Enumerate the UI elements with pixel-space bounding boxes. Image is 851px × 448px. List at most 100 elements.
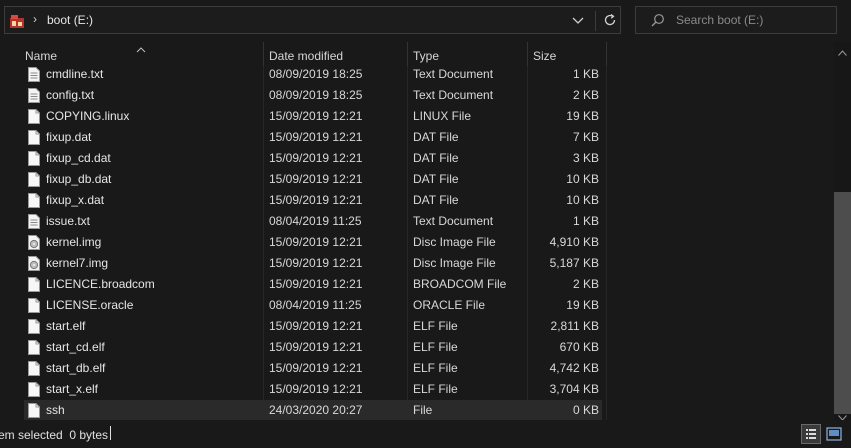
file-row[interactable]: fixup_x.dat 15/09/2019 12:21 DAT File 10 KB <box>24 190 602 211</box>
file-name: kernel7.img <box>46 256 109 270</box>
file-row[interactable]: LICENCE.broadcom 15/09/2019 12:21 BROADCOM… <box>24 274 602 295</box>
file-row[interactable]: start_cd.elf 15/09/2019 12:21 ELF File 670 … <box>24 337 602 358</box>
chevron-down-icon[interactable] <box>570 12 586 28</box>
file-type: LINUX File <box>413 109 472 123</box>
file-size: 10 KB <box>566 172 599 186</box>
file-type: DAT File <box>413 193 459 207</box>
file-name: cmdline.txt <box>46 67 104 81</box>
folder-app-icon <box>9 13 25 29</box>
file-row[interactable]: start_x.elf 15/09/2019 12:21 ELF File 3,704… <box>24 379 602 400</box>
column-divider[interactable] <box>527 42 528 66</box>
file-size: 19 KB <box>566 298 599 312</box>
file-date-modified: 15/09/2019 12:21 <box>269 109 363 123</box>
file-name: COPYING.linux <box>46 109 130 123</box>
vertical-scrollbar[interactable] <box>834 42 851 421</box>
text-file-icon <box>28 67 40 82</box>
file-date-modified: 15/09/2019 12:21 <box>269 319 363 333</box>
file-type: Disc Image File <box>413 256 496 270</box>
file-icon <box>28 172 40 187</box>
file-row[interactable]: config.txt 08/09/2019 18:25 Text Document 2… <box>24 85 602 106</box>
disc-image-icon <box>28 235 40 250</box>
status-text: em selected 0 bytes <box>0 428 109 442</box>
text-file-icon <box>28 214 40 229</box>
address-path[interactable]: boot (E:) <box>47 13 93 27</box>
file-size: 1 KB <box>572 214 599 228</box>
search-input[interactable]: Search boot (E:) <box>676 13 763 27</box>
file-size: 4,910 KB <box>549 235 599 249</box>
file-size: 2,811 KB <box>550 319 599 333</box>
column-size[interactable]: Size <box>533 49 556 63</box>
file-size: 2 KB <box>572 88 599 102</box>
file-row[interactable]: cmdline.txt 08/09/2019 18:25 Text Document… <box>24 64 602 85</box>
status-divider <box>110 426 111 440</box>
search-box[interactable]: Search boot (E:) <box>635 6 837 34</box>
column-guide <box>606 66 607 420</box>
file-name: start_cd.elf <box>46 340 105 354</box>
file-icon <box>28 130 40 145</box>
file-type: Text Document <box>413 214 494 228</box>
chevron-right-icon[interactable]: › <box>33 12 37 26</box>
file-type: DAT File <box>413 151 459 165</box>
file-date-modified: 08/04/2019 11:25 <box>269 214 362 228</box>
file-size: 10 KB <box>566 193 599 207</box>
file-list: Name Date modified Type Size cmdline.txt… <box>0 42 834 421</box>
refresh-icon[interactable] <box>602 12 618 28</box>
sort-ascending-icon <box>136 42 146 53</box>
disc-image-icon <box>28 256 40 271</box>
file-row[interactable]: kernel7.img 15/09/2019 12:21 Disc Image Fi… <box>24 253 602 274</box>
address-bar[interactable]: › boot (E:) <box>4 6 621 34</box>
file-date-modified: 15/09/2019 12:21 <box>269 340 363 354</box>
column-divider[interactable] <box>263 42 264 66</box>
file-size: 5,187 KB <box>549 256 599 270</box>
file-row[interactable]: COPYING.linux 15/09/2019 12:21 LINUX File 1… <box>24 106 602 127</box>
file-date-modified: 08/09/2019 18:25 <box>269 67 363 81</box>
details-view-icon[interactable] <box>801 424 821 444</box>
file-type: Text Document <box>413 88 494 102</box>
file-row[interactable]: LICENSE.oracle 08/04/2019 11:25 ORACLE Fil… <box>24 295 602 316</box>
large-icons-view-icon[interactable] <box>824 424 844 444</box>
file-date-modified: 15/09/2019 12:21 <box>269 130 363 144</box>
file-row[interactable]: kernel.img 15/09/2019 12:21 Disc Image Fil… <box>24 232 602 253</box>
file-row[interactable]: start.elf 15/09/2019 12:21 ELF File 2,811 K… <box>24 316 602 337</box>
file-type: DAT File <box>413 130 459 144</box>
column-name[interactable]: Name <box>25 49 57 63</box>
file-type: ELF File <box>413 361 458 375</box>
file-size: 4,742 KB <box>549 361 599 375</box>
file-icon <box>28 109 40 124</box>
file-date-modified: 08/09/2019 18:25 <box>269 88 363 102</box>
text-file-icon <box>28 88 40 103</box>
file-row[interactable]: start_db.elf 15/09/2019 12:21 ELF File 4,74… <box>24 358 602 379</box>
file-name: ssh <box>46 403 65 417</box>
file-name: fixup_cd.dat <box>46 151 111 165</box>
column-type[interactable]: Type <box>413 49 439 63</box>
file-date-modified: 15/09/2019 12:21 <box>269 256 363 270</box>
file-icon <box>28 151 40 166</box>
file-row[interactable]: fixup.dat 15/09/2019 12:21 DAT File 7 KB <box>24 127 602 148</box>
file-size: 19 KB <box>566 109 599 123</box>
file-type: Disc Image File <box>413 235 496 249</box>
file-date-modified: 15/09/2019 12:21 <box>269 235 363 249</box>
file-icon <box>28 361 40 376</box>
scroll-down-arrow-icon[interactable] <box>838 410 847 421</box>
file-row[interactable]: ssh 24/03/2020 20:27 File 0 KB <box>24 400 602 421</box>
scroll-up-arrow-icon[interactable] <box>838 45 847 56</box>
file-icon <box>28 193 40 208</box>
file-icon <box>28 319 40 334</box>
status-bar: em selected 0 bytes <box>0 420 851 448</box>
column-divider[interactable] <box>606 42 607 66</box>
file-type: ELF File <box>413 340 458 354</box>
file-row[interactable]: fixup_db.dat 15/09/2019 12:21 DAT File 10 K… <box>24 169 602 190</box>
address-separator <box>595 11 596 31</box>
file-icon <box>28 298 40 313</box>
scroll-thumb[interactable] <box>834 192 851 414</box>
column-divider[interactable] <box>407 42 408 66</box>
file-row[interactable]: fixup_cd.dat 15/09/2019 12:21 DAT File 3 KB <box>24 148 602 169</box>
file-name: LICENCE.broadcom <box>46 277 155 291</box>
file-icon <box>28 340 40 355</box>
file-date-modified: 15/09/2019 12:21 <box>269 382 363 396</box>
file-size: 3,704 KB <box>549 382 599 396</box>
file-row[interactable]: issue.txt 08/04/2019 11:25 Text Document 1 … <box>24 211 602 232</box>
column-date-modified[interactable]: Date modified <box>269 49 343 63</box>
file-type: ELF File <box>413 319 458 333</box>
file-size: 7 KB <box>572 130 599 144</box>
